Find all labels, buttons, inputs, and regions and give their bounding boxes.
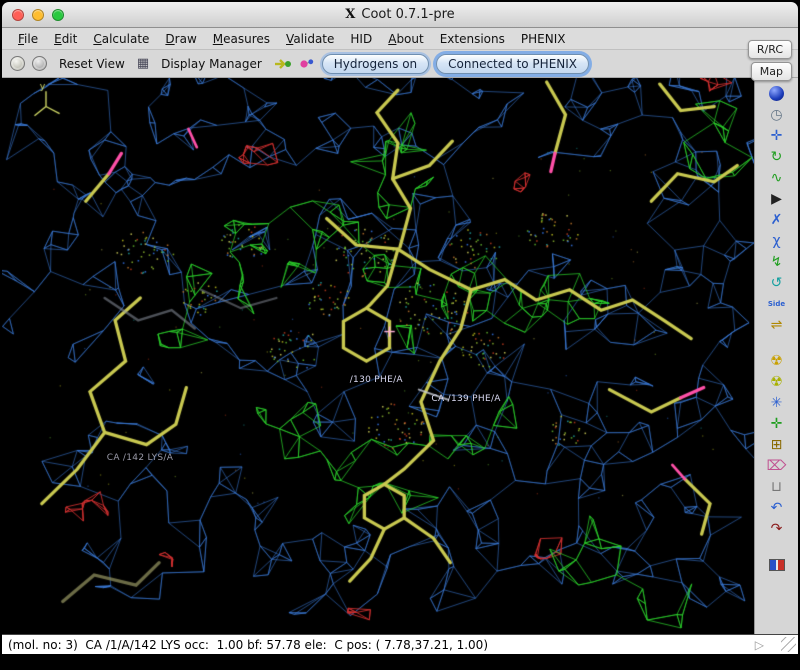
menu-phenix[interactable]: PHENIX xyxy=(513,30,574,48)
refine-icon[interactable]: ↻ xyxy=(763,146,791,167)
undo-icon[interactable]: ↶ xyxy=(763,497,791,518)
zoom-button[interactable] xyxy=(52,9,64,21)
chi-angles-icon[interactable]: ↯ xyxy=(763,251,791,272)
status-bar: (mol. no: 3) CA /1/A/142 LYS occ: 1.00 b… xyxy=(2,634,798,654)
window-title-group: X Coot 0.7.1-pre xyxy=(2,7,798,22)
model-sphere-icon xyxy=(769,86,784,101)
main-area: /130 PHE/ACA /139 PHE/ACA /142 LYS/A ◷✛↻… xyxy=(2,78,798,634)
window-title: Coot 0.7.1-pre xyxy=(361,7,454,22)
add-alt-conf-icon[interactable]: ✳ xyxy=(763,392,791,413)
menu-calculate[interactable]: Calculate xyxy=(85,30,157,48)
add-residue-icon[interactable]: ⊞ xyxy=(763,434,791,455)
menu-draw[interactable]: Draw xyxy=(157,30,204,48)
go-to-atom-icon[interactable] xyxy=(274,57,292,71)
display-manager-button[interactable]: Display Manager xyxy=(156,55,267,73)
regularize-icon[interactable]: ∿ xyxy=(763,167,791,188)
side-chain-icon[interactable]: Side xyxy=(763,293,791,314)
menu-validate[interactable]: Validate xyxy=(278,30,342,48)
map-button[interactable]: Map xyxy=(751,62,792,81)
coot-window: X Coot 0.7.1-pre FileEditCalculateDrawMe… xyxy=(0,0,800,670)
hydrogens-toggle-button[interactable]: Hydrogens on xyxy=(322,54,429,74)
title-bar[interactable]: X Coot 0.7.1-pre xyxy=(2,2,798,28)
rrc-button[interactable]: R/RC xyxy=(748,40,792,59)
mutate-icon[interactable]: ☢ xyxy=(763,350,791,371)
display-manager-icon[interactable]: ▦ xyxy=(137,56,149,71)
molecular-canvas[interactable] xyxy=(2,78,754,634)
menu-measures[interactable]: Measures xyxy=(205,30,278,48)
rotate-translate-icon[interactable]: ↺ xyxy=(763,272,791,293)
target-icon[interactable] xyxy=(10,56,25,71)
delete-icon[interactable]: ⌦ xyxy=(763,455,791,476)
play-icon[interactable]: ▶ xyxy=(763,188,791,209)
display-colours-icon xyxy=(769,559,785,571)
menu-hid[interactable]: HID xyxy=(342,30,380,48)
status-text: (mol. no: 3) CA /1/A/142 LYS occ: 1.00 b… xyxy=(8,638,488,652)
display-colours-icon[interactable] xyxy=(763,554,791,575)
menu-file[interactable]: File xyxy=(10,30,46,48)
simple-mutate-icon[interactable]: ☢ xyxy=(763,371,791,392)
resize-grip[interactable] xyxy=(781,637,796,652)
phenix-connection-button[interactable]: Connected to PHENIX xyxy=(436,54,589,74)
go-to-ligand-icon[interactable] xyxy=(299,57,315,71)
record-icon[interactable] xyxy=(32,56,47,71)
window-frame-bottom xyxy=(2,654,798,670)
trash-icon[interactable]: ⊔ xyxy=(763,476,791,497)
pepflip-icon[interactable]: ✗ xyxy=(763,209,791,230)
jed-flip-icon[interactable]: ⇌ xyxy=(763,314,791,335)
translate-icon[interactable]: ✛ xyxy=(763,125,791,146)
clock-icon[interactable]: ◷ xyxy=(763,104,791,125)
canvas-area: /130 PHE/ACA /139 PHE/ACA /142 LYS/A xyxy=(2,78,754,634)
redo-icon[interactable]: ↷ xyxy=(763,518,791,539)
toolbar: Reset View ▦ Display Manager Hydrogens o… xyxy=(2,50,798,78)
menu-extensions[interactable]: Extensions xyxy=(432,30,513,48)
close-button[interactable] xyxy=(12,9,24,21)
expand-triangle-icon[interactable]: ▷ xyxy=(755,638,764,652)
window-controls xyxy=(12,9,64,21)
rotamer-icon[interactable]: χ xyxy=(763,230,791,251)
right-toolbar: ◷✛↻∿▶✗χ↯↺Side⇌☢☢✳✛⊞⌦⊔↶↷ xyxy=(754,78,798,634)
x11-icon: X xyxy=(345,7,355,22)
menu-about[interactable]: About xyxy=(380,30,432,48)
menu-bar: FileEditCalculateDrawMeasuresValidateHID… xyxy=(2,28,798,50)
minimize-button[interactable] xyxy=(32,9,44,21)
place-atom-icon[interactable]: ✛ xyxy=(763,413,791,434)
reset-view-button[interactable]: Reset View xyxy=(54,55,130,73)
menu-edit[interactable]: Edit xyxy=(46,30,85,48)
model-sphere-icon[interactable] xyxy=(763,83,791,104)
